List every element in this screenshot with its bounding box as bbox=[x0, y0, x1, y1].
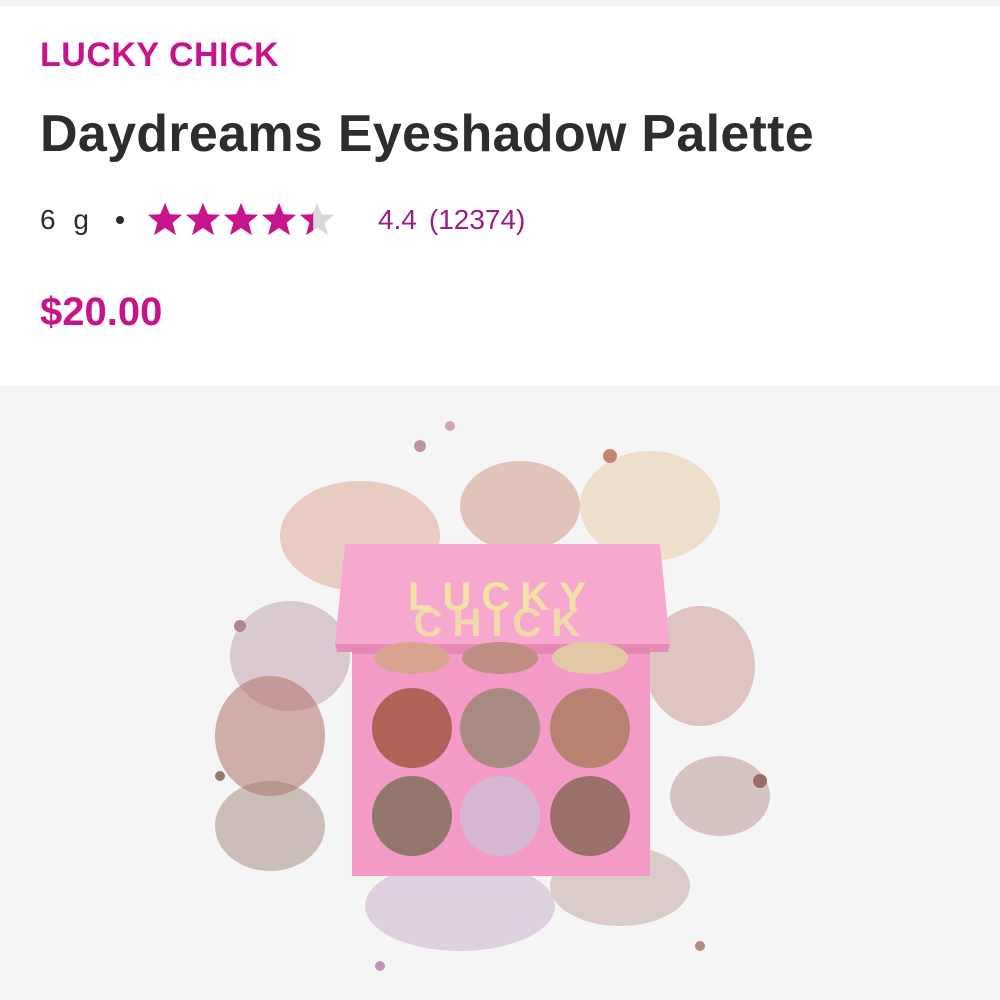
palette-logo-text-2: CHICK bbox=[414, 601, 591, 645]
separator-dot bbox=[115, 216, 124, 224]
filled-stars bbox=[147, 202, 314, 236]
star-rating-icon bbox=[147, 202, 335, 236]
rating-stars[interactable] bbox=[146, 200, 336, 240]
brand-link[interactable]: LUCKY CHICK bbox=[40, 36, 279, 75]
palette-base bbox=[352, 642, 650, 876]
product-price: $20.00 bbox=[40, 290, 163, 334]
rating-value[interactable]: 4.4 bbox=[378, 204, 417, 236]
product-title: Daydreams Eyeshadow Palette bbox=[40, 105, 815, 163]
top-divider bbox=[0, 0, 1000, 6]
palette-lid: LUCKY CHICK bbox=[335, 544, 670, 652]
product-meta: 6 g 4.4 (12374) bbox=[40, 196, 525, 244]
review-count[interactable]: (12374) bbox=[429, 204, 526, 236]
product-image[interactable]: LUCKY CHICK bbox=[0, 386, 1000, 1000]
product-size: 6 g bbox=[40, 204, 94, 235]
eyeshadow-palette-image: LUCKY CHICK bbox=[215, 421, 770, 971]
